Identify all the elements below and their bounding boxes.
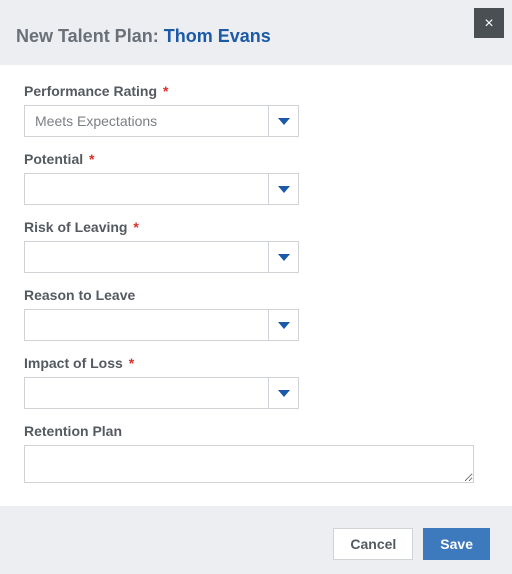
chevron-down-icon: [268, 242, 298, 272]
select-reason-to-leave[interactable]: [24, 309, 299, 341]
chevron-down-icon: [268, 106, 298, 136]
select-value: [25, 242, 268, 272]
talent-plan-modal: New Talent Plan: Thom Evans × Performanc…: [0, 0, 512, 574]
label-risk-of-leaving: Risk of Leaving *: [24, 219, 488, 235]
modal-header: New Talent Plan: Thom Evans ×: [0, 0, 512, 65]
label-retention-plan: Retention Plan: [24, 423, 488, 439]
modal-title-prefix: New Talent Plan:: [16, 26, 164, 46]
chevron-down-icon: [268, 174, 298, 204]
select-value: [25, 174, 268, 204]
field-potential: Potential *: [24, 151, 488, 205]
modal-body: Performance Rating * Meets Expectations …: [0, 65, 512, 506]
select-performance-rating[interactable]: Meets Expectations: [24, 105, 299, 137]
required-icon: *: [133, 219, 138, 235]
field-performance-rating: Performance Rating * Meets Expectations: [24, 83, 488, 137]
select-value: Meets Expectations: [25, 106, 268, 136]
chevron-down-icon: [268, 378, 298, 408]
required-icon: *: [89, 151, 94, 167]
select-potential[interactable]: [24, 173, 299, 205]
modal-footer: Cancel Save: [0, 506, 512, 574]
field-risk-of-leaving: Risk of Leaving *: [24, 219, 488, 273]
label-potential: Potential *: [24, 151, 488, 167]
required-icon: *: [129, 355, 134, 371]
label-reason-to-leave: Reason to Leave: [24, 287, 488, 303]
field-retention-plan: Retention Plan: [24, 423, 488, 488]
select-risk-of-leaving[interactable]: [24, 241, 299, 273]
field-reason-to-leave: Reason to Leave: [24, 287, 488, 341]
label-performance-rating: Performance Rating *: [24, 83, 488, 99]
label-impact-of-loss: Impact of Loss *: [24, 355, 488, 371]
field-impact-of-loss: Impact of Loss *: [24, 355, 488, 409]
select-value: [25, 310, 268, 340]
close-button[interactable]: ×: [474, 8, 504, 38]
select-value: [25, 378, 268, 408]
chevron-down-icon: [268, 310, 298, 340]
select-impact-of-loss[interactable]: [24, 377, 299, 409]
close-icon: ×: [484, 15, 493, 32]
required-icon: *: [163, 83, 168, 99]
textarea-retention-plan[interactable]: [24, 445, 474, 483]
cancel-button[interactable]: Cancel: [333, 528, 413, 560]
employee-name: Thom Evans: [164, 26, 271, 46]
save-button[interactable]: Save: [423, 528, 490, 560]
